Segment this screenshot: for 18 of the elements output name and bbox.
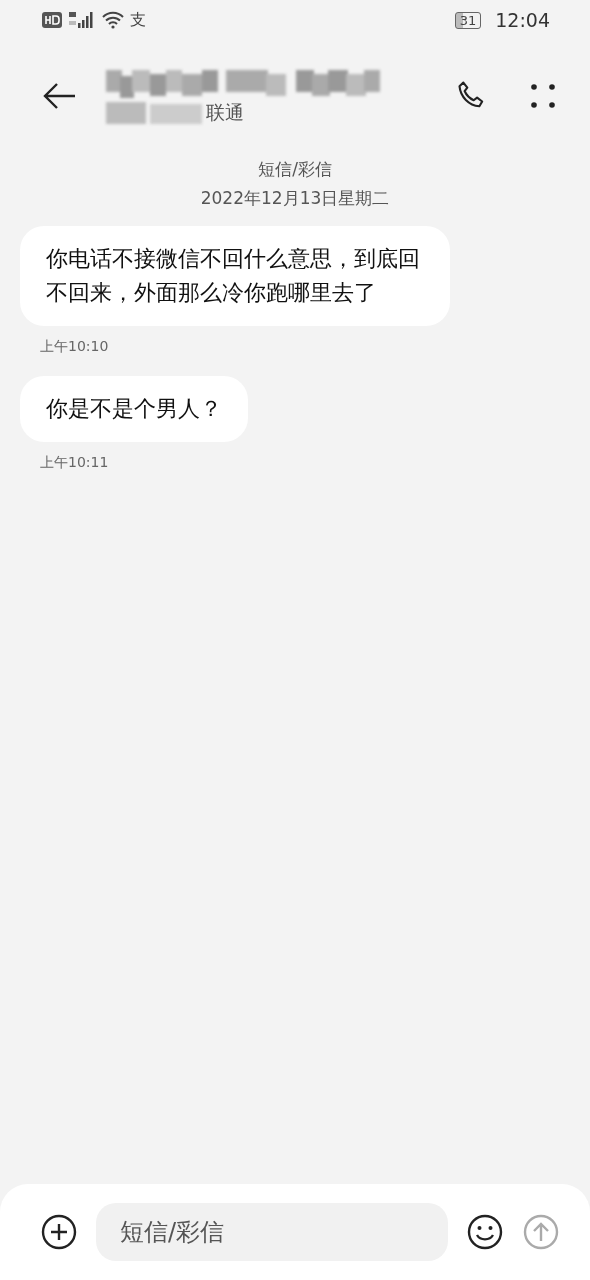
more-icon[interactable] xyxy=(528,81,558,111)
signal-icon xyxy=(68,11,96,29)
carrier-name: 联通 xyxy=(206,100,244,125)
message-time: 上午10:11 xyxy=(40,454,109,473)
message-bubble: 你电话不接微信不回什么意思，到底回不回来，外面那么冷你跑哪里去了 xyxy=(20,226,450,327)
notification-icon: 支 xyxy=(130,9,146,31)
emoji-icon[interactable] xyxy=(466,1213,504,1251)
message-time: 上午10:10 xyxy=(40,338,109,357)
channel-label: 短信/彩信 xyxy=(258,158,332,181)
hd-icon xyxy=(42,12,62,28)
message-bubble: 你是不是个男人？ xyxy=(20,376,248,443)
back-icon[interactable] xyxy=(42,82,76,110)
status-time: 12:04 xyxy=(495,9,550,31)
message-input[interactable]: 短信/彩信 xyxy=(96,1203,448,1261)
add-icon[interactable] xyxy=(40,1213,78,1251)
battery-icon: 31 xyxy=(454,11,482,29)
wifi-icon xyxy=(102,11,124,29)
date-label: 2022年12月13日星期二 xyxy=(200,187,390,210)
